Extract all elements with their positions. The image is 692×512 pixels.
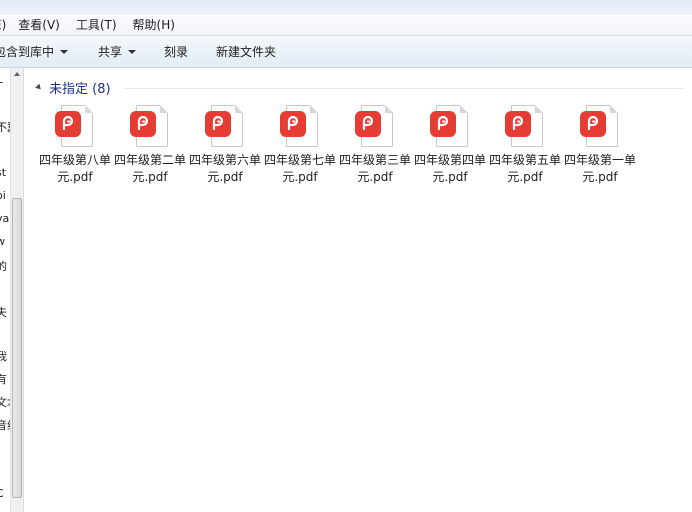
file-item[interactable]: 四年级第六单元.pdf [188,104,262,186]
group-divider [124,88,684,89]
nav-item[interactable]: 我 [0,348,7,364]
menu-help[interactable]: 帮助(H) [133,16,184,33]
nav-item[interactable]: C [0,487,4,500]
command-toolbar: 包含到库中 共享 刻录 新建文件夹 [0,36,692,68]
file-item[interactable]: 四年级第二单元.pdf [113,104,187,186]
nav-item[interactable]: oi [0,189,6,202]
file-name: 四年级第七单元.pdf [263,153,336,184]
window-title-strip [0,0,692,14]
menu-bar: E) 查看(V) 工具(T) 帮助(H) [0,14,692,36]
new-folder-button[interactable]: 新建文件夹 [216,43,276,60]
pdf-badge-icon [580,111,606,137]
menu-tools[interactable]: 工具(T) [76,16,126,33]
pdf-file-icon [354,104,396,150]
nav-item[interactable]: T [0,80,3,93]
pdf-file-icon [429,104,471,150]
file-name: 四年级第五单元.pdf [488,153,561,184]
pdf-badge-icon [130,111,156,137]
file-item[interactable]: 四年级第四单元.pdf [413,104,487,186]
scrollbar-thumb[interactable] [12,198,22,498]
pdf-badge-icon [355,111,381,137]
nav-item[interactable]: va [0,212,9,225]
pdf-file-icon [129,104,171,150]
include-in-library-button[interactable]: 包含到库中 [0,43,69,60]
pdf-file-icon [579,104,621,150]
nav-item[interactable]: 不翼 [0,119,10,135]
file-list-view: 未指定 (8) 四年级第八单元.pdf 四年级第二单元.pdf 四年级第六单元.pd… [24,68,692,512]
collapse-arrow-icon[interactable] [35,83,43,92]
menu-view[interactable]: 查看(V) [18,16,69,33]
nav-item[interactable]: 音纸 [0,417,10,433]
nav-item[interactable]: 夫 [0,304,7,320]
pdf-file-icon [54,104,96,150]
menu-edit[interactable]: E) [0,18,15,32]
share-button[interactable]: 共享 [98,43,137,60]
nav-item[interactable]: 的 [0,258,7,274]
pdf-badge-icon [505,111,531,137]
navigation-scrollbar[interactable] [10,68,24,512]
file-name: 四年级第八单元.pdf [38,153,111,184]
pdf-badge-icon [55,111,81,137]
file-name: 四年级第四单元.pdf [413,153,486,184]
group-header[interactable]: 未指定 (8) [35,78,111,97]
pdf-file-icon [279,104,321,150]
nav-item[interactable]: w [0,235,5,248]
chevron-down-icon [128,49,137,54]
nav-item[interactable]: 有 [0,371,7,387]
burn-button[interactable]: 刻录 [164,43,188,60]
pdf-badge-icon [430,111,456,137]
pdf-badge-icon [205,111,231,137]
pdf-file-icon [204,104,246,150]
file-name: 四年级第六单元.pdf [188,153,261,184]
include-in-library-label: 包含到库中 [0,45,55,59]
file-name: 四年级第一单元.pdf [563,153,636,184]
file-item[interactable]: 四年级第五单元.pdf [488,104,562,186]
chevron-down-icon [60,49,69,54]
file-item[interactable]: 四年级第三单元.pdf [338,104,412,186]
file-item[interactable]: 四年级第一单元.pdf [563,104,637,186]
nav-item[interactable]: 文木 [0,394,10,410]
file-item[interactable]: 四年级第七单元.pdf [263,104,337,186]
group-title: 未指定 (8) [49,82,111,97]
pdf-badge-icon [280,111,306,137]
nav-item[interactable]: st [0,166,6,179]
share-label: 共享 [98,45,123,59]
file-item[interactable]: 四年级第八单元.pdf [38,104,112,186]
scroll-up-arrow-icon[interactable] [14,72,20,76]
navigation-pane: T 不翼 st oi va w 的 \ 夫 我 有 文木 音纸 C [0,68,10,512]
pdf-file-icon [504,104,546,150]
file-name: 四年级第三单元.pdf [338,153,411,184]
file-name: 四年级第二单元.pdf [113,153,186,184]
